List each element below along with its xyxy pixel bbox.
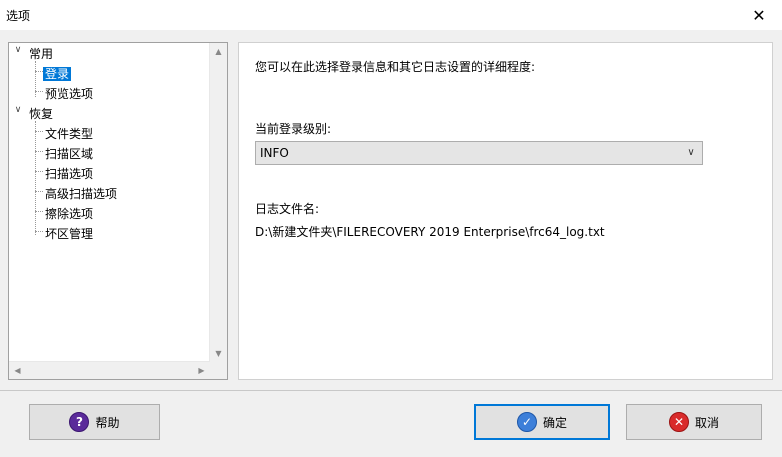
tree-guide: [35, 91, 43, 92]
tree-guide: [35, 231, 43, 232]
scrollbar-corner: [210, 362, 227, 379]
close-icon[interactable]: ✕: [736, 0, 782, 30]
tree-item-advanced-scan-options[interactable]: 高级扫描选项: [45, 185, 117, 203]
scroll-left-icon[interactable]: ◀: [9, 362, 26, 379]
tree-guide: [35, 131, 43, 132]
scroll-right-icon[interactable]: ▶: [193, 362, 210, 379]
chevron-down-icon: ∨: [687, 147, 695, 158]
log-file-path: D:\新建文件夹\FILERECOVERY 2019 Enterprise\fr…: [255, 225, 605, 239]
help-icon: ?: [69, 412, 90, 432]
ok-button[interactable]: ✓ 确定: [474, 404, 610, 440]
tree-item-login[interactable]: 登录: [43, 65, 72, 83]
settings-panel: 您可以在此选择登录信息和其它日志设置的详细程度: 当前登录级别: INFO ∨ …: [238, 42, 773, 380]
window-title: 选项: [6, 9, 31, 23]
log-level-value: INFO: [260, 146, 289, 160]
tree-horizontal-scrollbar[interactable]: ◀ ▶: [9, 361, 210, 379]
tree-guide: [35, 121, 36, 235]
log-level-select[interactable]: INFO ∨: [255, 141, 703, 165]
tree-item-bad-sector-management[interactable]: 坏区管理: [45, 225, 93, 243]
cancel-button[interactable]: ✕ 取消: [626, 404, 762, 440]
tree-item-scan-area[interactable]: 扫描区域: [45, 145, 93, 163]
tree-guide: [35, 171, 43, 172]
panel-description: 您可以在此选择登录信息和其它日志设置的详细程度:: [255, 60, 536, 74]
check-icon: ✓: [516, 412, 537, 432]
collapse-icon[interactable]: ∨: [13, 105, 23, 123]
cancel-button-label: 取消: [694, 415, 719, 430]
tree-item-label: 登录: [43, 67, 72, 81]
tree-vertical-scrollbar[interactable]: ▲ ▼: [209, 43, 227, 362]
tree-item-erase-options[interactable]: 擦除选项: [45, 205, 93, 223]
tree-item-file-types[interactable]: 文件类型: [45, 125, 93, 143]
tree-item-preview-options[interactable]: 预览选项: [45, 85, 93, 103]
scroll-up-icon[interactable]: ▲: [210, 43, 227, 60]
help-button[interactable]: ? 帮助: [29, 404, 160, 440]
footer-divider: [0, 390, 782, 391]
scroll-down-icon[interactable]: ▼: [210, 345, 227, 362]
collapse-icon[interactable]: ∨: [13, 45, 23, 63]
log-level-label: 当前登录级别:: [255, 122, 332, 136]
tree-guide: [35, 71, 43, 72]
tree-guide: [35, 211, 43, 212]
cancel-icon: ✕: [668, 412, 689, 432]
tree-guide: [35, 151, 43, 152]
options-tree[interactable]: ∨ 常用 登录 预览选项 ∨ 恢复 文件类型 扫描区域 扫描选项 高级扫描选项 …: [8, 42, 228, 380]
help-button-label: 帮助: [95, 415, 120, 430]
tree-guide: [35, 191, 43, 192]
title-bar: 选项 ✕: [0, 0, 782, 31]
ok-button-label: 确定: [542, 415, 567, 430]
log-file-label: 日志文件名:: [255, 202, 320, 216]
tree-item-recovery[interactable]: 恢复: [29, 105, 53, 123]
tree-item-scan-options[interactable]: 扫描选项: [45, 165, 93, 183]
tree-item-general[interactable]: 常用: [29, 45, 53, 63]
